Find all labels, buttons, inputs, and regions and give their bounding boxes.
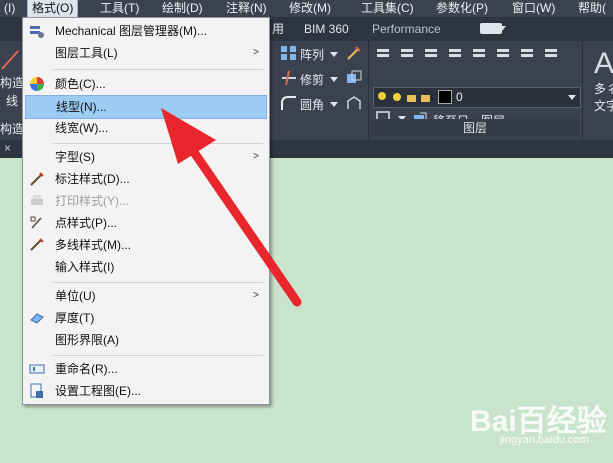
watermark-url: jingyan.baidu.com — [500, 434, 589, 446]
watermark: Bai百经验 jingyan.baidu.com — [470, 396, 610, 456]
annotation-arrow — [161, 108, 302, 307]
